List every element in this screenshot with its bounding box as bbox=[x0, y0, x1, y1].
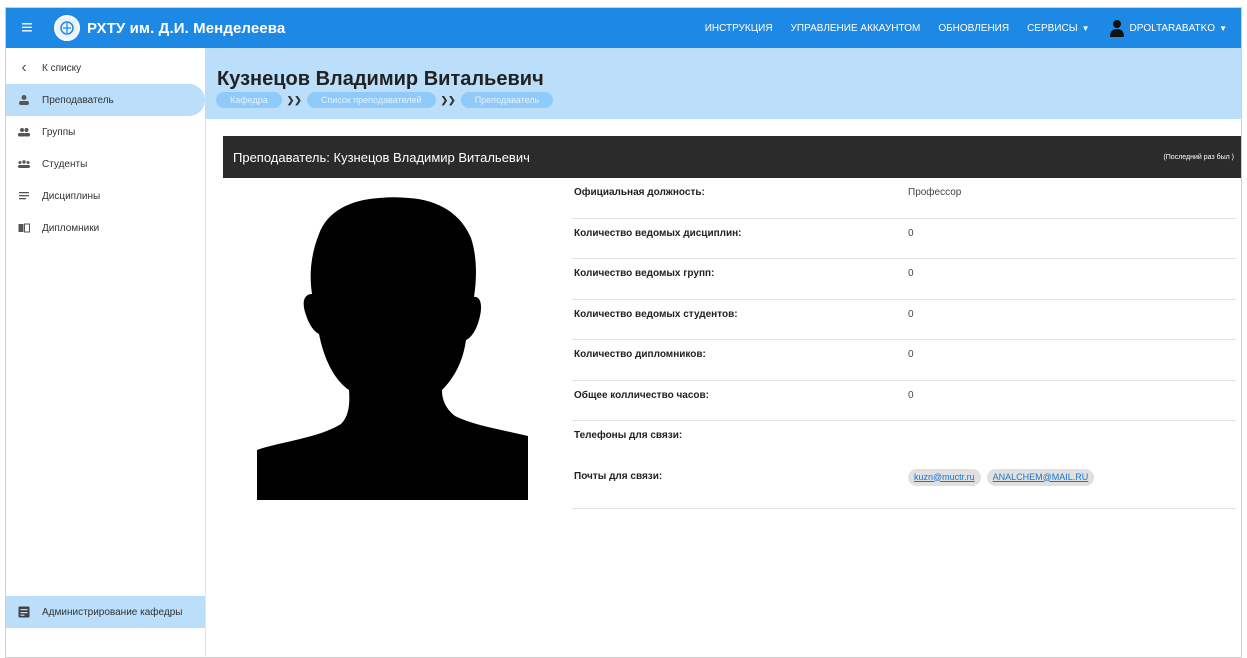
detail-label: Количество ведомых дисциплин: bbox=[574, 227, 742, 239]
sidebar-item-groups[interactable]: Группы bbox=[6, 116, 205, 148]
person-icon bbox=[6, 94, 42, 106]
page-title: Кузнецов Владимир Витальевич bbox=[217, 68, 544, 90]
detail-row-students-count: Количество ведомых студентов: 0 bbox=[572, 300, 1236, 340]
sidebar-item-students[interactable]: Студенты bbox=[6, 148, 205, 180]
nav-services[interactable]: СЕРВИСЫ ▼ bbox=[1027, 23, 1089, 34]
breadcrumb-department[interactable]: Кафедра bbox=[216, 92, 282, 108]
detail-label: Количество ведомых студентов: bbox=[574, 308, 738, 320]
university-logo bbox=[54, 15, 80, 41]
chevron-down-icon: ▼ bbox=[1081, 23, 1090, 33]
email-chip[interactable]: ANALCHEM@MAIL.RU bbox=[986, 468, 1095, 486]
sidebar-item-label: Группы bbox=[42, 126, 76, 138]
admin-icon bbox=[6, 606, 42, 618]
detail-row-position: Официальная должность: Профессор bbox=[572, 178, 1236, 219]
detail-label: Почты для связи: bbox=[574, 470, 663, 482]
breadcrumb-separator-icon: ❯❯ bbox=[440, 94, 456, 105]
students-icon bbox=[6, 158, 42, 170]
sidebar-item-teacher[interactable]: Преподаватель bbox=[6, 84, 205, 116]
breadcrumb-separator-icon: ❯❯ bbox=[286, 94, 302, 105]
group-icon bbox=[6, 126, 42, 138]
detail-value: 0 bbox=[908, 227, 914, 239]
detail-value: 0 bbox=[908, 308, 914, 320]
top-nav: ИНСТРУКЦИЯ УПРАВЛЕНИЕ АККАУНТОМ ОБНОВЛЕН… bbox=[687, 8, 1241, 48]
teacher-panel-header: Преподаватель: Кузнецов Владимир Виталье… bbox=[223, 136, 1241, 178]
sidebar-item-label: Дисциплины bbox=[42, 190, 101, 202]
email-chip[interactable]: kuzn@muctr.ru bbox=[908, 468, 981, 486]
sidebar-item-label: Администрирование кафедры bbox=[42, 606, 183, 618]
sidebar-item-label: Преподаватель bbox=[42, 94, 114, 106]
sidebar-item-label: Студенты bbox=[42, 158, 88, 170]
book-icon bbox=[6, 222, 42, 234]
nav-account-management[interactable]: УПРАВЛЕНИЕ АККАУНТОМ bbox=[791, 23, 921, 34]
detail-label: Количество дипломников: bbox=[574, 349, 706, 360]
teacher-details: Официальная должность: Профессор Количес… bbox=[572, 178, 1236, 509]
sidebar-item-department-admin[interactable]: Администрирование кафедры bbox=[6, 596, 205, 628]
detail-value: 0 bbox=[908, 268, 914, 279]
last-seen-text: (Последний раз был ) bbox=[1163, 153, 1234, 161]
sidebar-item-label: Дипломники bbox=[42, 222, 100, 234]
sidebar-item-back[interactable]: ‹ К списку bbox=[6, 52, 205, 84]
sidebar-item-label: К списку bbox=[42, 62, 82, 74]
sidebar-item-graduates[interactable]: Дипломники bbox=[6, 212, 205, 244]
app-title[interactable]: РХТУ им. Д.И. Менделеева bbox=[87, 20, 285, 37]
detail-label: Количество ведомых групп: bbox=[574, 268, 715, 279]
user-name: DPOLTARABATKO bbox=[1129, 22, 1216, 34]
detail-row-total-hours: Общее колличество часов: 0 bbox=[572, 381, 1236, 421]
breadcrumb-teacher-list[interactable]: Список преподавателей bbox=[306, 92, 436, 108]
detail-row-disciplines-count: Количество ведомых дисциплин: 0 bbox=[572, 219, 1236, 259]
nav-updates[interactable]: ОБНОВЛЕНИЯ bbox=[938, 23, 1009, 34]
detail-value: 0 bbox=[908, 389, 914, 401]
panel-title: Преподаватель: Кузнецов Владимир Виталье… bbox=[233, 149, 530, 165]
chevron-left-icon: ‹ bbox=[21, 59, 27, 76]
detail-row-graduates-count: Количество дипломников: 0 bbox=[572, 340, 1236, 381]
sidebar: ‹ К списку Преподаватель Группы Студенты bbox=[6, 48, 206, 657]
chevron-down-icon: ▼ bbox=[1219, 23, 1227, 33]
detail-label: Официальная должность: bbox=[574, 187, 705, 198]
user-avatar-icon bbox=[1109, 20, 1124, 37]
top-bar: ≡ РХТУ им. Д.И. Менделеева ИНСТРУКЦИЯ УП… bbox=[6, 8, 1241, 48]
breadcrumb: Кафедра ❯❯ Список преподавателей ❯❯ Преп… bbox=[216, 92, 554, 108]
detail-value: Профессор bbox=[908, 187, 962, 198]
list-icon bbox=[6, 190, 42, 202]
email-list: kuzn@muctr.ru ANALCHEM@MAIL.RU bbox=[908, 462, 1100, 508]
detail-value: 0 bbox=[908, 349, 914, 360]
sidebar-item-disciplines[interactable]: Дисциплины bbox=[6, 180, 205, 212]
profile-silhouette-image bbox=[257, 197, 528, 500]
nav-services-label: СЕРВИСЫ bbox=[1027, 22, 1078, 34]
menu-icon[interactable]: ≡ bbox=[6, 8, 48, 48]
page-header: Кузнецов Владимир Витальевич Кафедра ❯❯ … bbox=[205, 48, 1241, 119]
app-window: ≡ РХТУ им. Д.И. Менделеева ИНСТРУКЦИЯ УП… bbox=[5, 7, 1242, 658]
detail-row-emails: Почты для связи: kuzn@muctr.ru ANALCHEM@… bbox=[572, 462, 1236, 509]
detail-label: Общее колличество часов: bbox=[574, 389, 709, 401]
detail-row-phones: Телефоны для связи: bbox=[572, 421, 1236, 462]
nav-instruction[interactable]: ИНСТРУКЦИЯ bbox=[705, 23, 773, 34]
user-menu[interactable]: DPOLTARABATKO ▼ bbox=[1109, 19, 1227, 37]
detail-row-groups-count: Количество ведомых групп: 0 bbox=[572, 259, 1236, 300]
breadcrumb-teacher[interactable]: Преподаватель bbox=[460, 92, 554, 108]
detail-label: Телефоны для связи: bbox=[574, 430, 683, 441]
